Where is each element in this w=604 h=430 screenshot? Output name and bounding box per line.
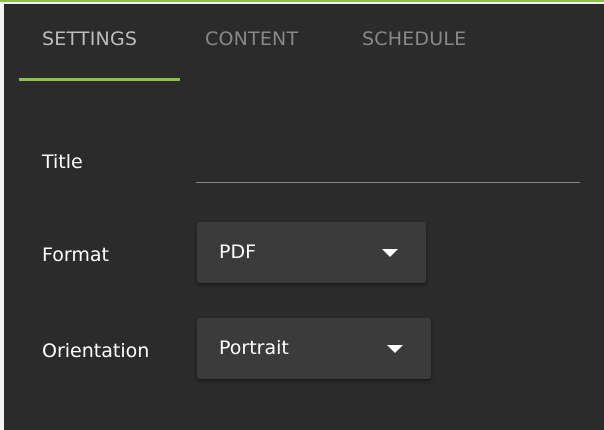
active-tab-indicator	[19, 78, 180, 81]
chevron-down-icon	[382, 249, 398, 257]
chevron-down-icon	[387, 345, 403, 353]
top-accent-line	[0, 0, 604, 2]
format-label: Format	[42, 244, 109, 266]
orientation-select[interactable]: Portrait	[197, 318, 431, 379]
orientation-select-value: Portrait	[219, 337, 289, 359]
tab-bar: SETTINGS CONTENT SCHEDULE	[4, 4, 604, 82]
orientation-label: Orientation	[42, 340, 150, 362]
format-select[interactable]: PDF	[197, 222, 426, 283]
tab-content[interactable]: CONTENT	[205, 28, 298, 50]
settings-panel: SETTINGS CONTENT SCHEDULE Title Format P…	[4, 4, 604, 430]
tab-settings[interactable]: SETTINGS	[42, 28, 137, 50]
title-label: Title	[42, 151, 83, 173]
title-input[interactable]	[196, 149, 580, 183]
tab-schedule[interactable]: SCHEDULE	[362, 28, 466, 50]
format-select-value: PDF	[219, 241, 257, 263]
